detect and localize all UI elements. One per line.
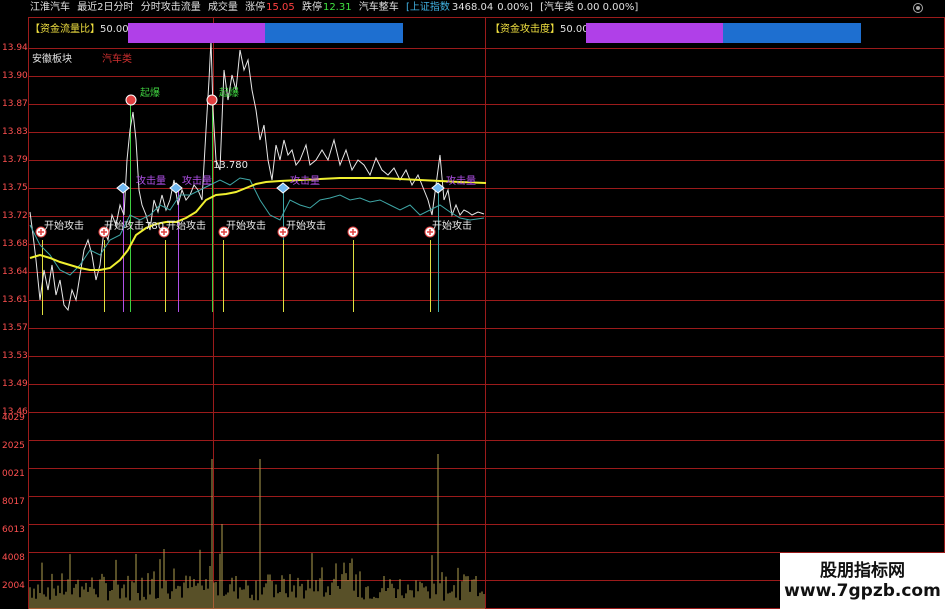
price-tick: 13.49 [2,379,28,389]
watermark: 股朋指标网 www.7gpzb.com [780,553,945,609]
flow-ratio-title: 【资金流量比】 [30,24,100,35]
settings-icon[interactable] [913,3,923,13]
price-lines [29,39,487,312]
start-attack-label: 开始攻击 [226,219,266,232]
limit-up-value: 15.05 [266,2,295,13]
attack-degree-title: 【资金攻击度】 [490,24,560,35]
price-mark-small: 780 [145,221,164,232]
chart-grid [28,17,945,609]
diamond-icon [276,182,290,194]
sector-name[interactable]: 汽车整车 [359,2,399,13]
attack-volume-label: 攻击量 [446,174,476,187]
price-tick: 13.61 [2,295,28,305]
index-value: 3468.04 [451,2,494,13]
start-attack-label: 开始攻击 [432,219,472,232]
volume-bars [29,454,485,609]
burst-icon [206,94,218,106]
indicator-name[interactable]: 分时攻击流量 [141,2,201,13]
limit-up-label: 涨停 [245,2,266,13]
price-tick: 13.68 [2,239,28,249]
volume-tick: 4029 [2,413,25,423]
diamond-icon [116,182,130,194]
attack-degree-buy-bar [586,23,723,43]
sector-box[interactable]: [汽车类 0.00 0.00%] [540,2,638,13]
chart-frame [28,17,945,609]
start-attack-label: 开始攻击 [166,219,206,232]
attack-volume-label: 攻击量 [182,174,212,187]
board-label: 安徽板块 [32,54,72,65]
volume-tick: 6013 [2,525,25,535]
price-tick: 13.83 [2,127,28,137]
limit-down-value: 12.31 [322,2,352,13]
flow-ratio-sell-bar [265,23,403,43]
burst-icon [125,94,137,106]
burst-label: 起爆 [140,87,160,99]
volume-tick: 4008 [2,553,25,563]
volume-label: 成交量 [207,2,238,13]
price-tick: 13.79 [2,155,28,165]
index-name[interactable]: [上证指数 [406,2,450,13]
volume-tick: 2025 [2,441,25,451]
watermark-line1: 股朋指标网 [820,561,905,581]
chart-header: 江淮汽车 最近2日分时 分时攻击流量 成交量 涨停15.05 跌停12.31 汽… [0,0,945,16]
price-tick: 13.90 [2,71,28,81]
attack-degree-sell-bar [723,23,861,43]
price-tick: 13.87 [2,99,28,109]
attack-degree-value: 50.00 [560,24,589,35]
start-attack-label: 开始攻击 [104,219,144,232]
price-tick: 13.75 [2,183,28,193]
price-tick: 13.57 [2,323,28,333]
volume-tick: 0021 [2,469,25,479]
volume-tick: 8017 [2,497,25,507]
flow-ratio-value: 50.00 [100,24,129,35]
price-tick: 13.53 [2,351,28,361]
price-tick: 13.94 [2,43,28,53]
intraday-chart: 起爆 起爆攻击量 攻击量 攻击量 攻击量开始攻击 开始攻击 开始攻击 开始攻击 开始攻击 开始攻击… [28,17,945,609]
attack-volume-label: 攻击量 [136,174,166,187]
index-change: 0.00%] [497,2,533,13]
price-tick: 13.72 [2,211,28,221]
start-attack-label: 开始攻击 [286,219,326,232]
price-tick: 13.64 [2,267,28,277]
period-label[interactable]: 最近2日分时 [77,2,133,13]
attack-volume-label: 攻击量 [290,174,320,187]
start-attack-label: 开始攻击 [44,219,84,232]
watermark-line2: www.7gpzb.com [784,581,941,601]
price-mark: 13.780 [213,160,248,171]
volume-tick: 2004 [2,581,25,591]
stock-name[interactable]: 江淮汽车 [30,2,70,13]
category-label: 汽车类 [102,54,132,65]
flow-ratio-buy-bar [128,23,265,43]
limit-down-label: 跌停 [301,2,322,13]
burst-label: 起爆 [219,87,239,99]
